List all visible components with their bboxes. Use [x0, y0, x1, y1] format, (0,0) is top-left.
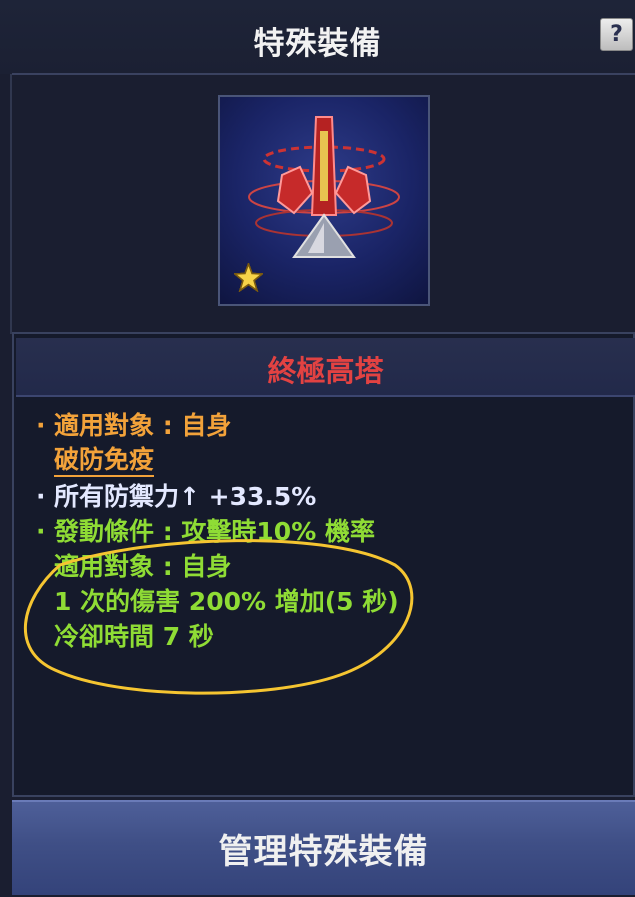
effect-line: 破防免疫: [54, 440, 155, 477]
frame-border: [10, 74, 12, 334]
header-divider: [12, 73, 635, 75]
panel-title: 特殊裝備: [253, 26, 382, 62]
item-name: 終極高塔: [267, 354, 384, 388]
effect-line: 冷卻時間 7 秒: [54, 622, 214, 651]
effect-line: · 適用對象 : 自身: [36, 411, 232, 440]
effect-line: 1 次的傷害 200% 增加(5 秒): [54, 587, 399, 616]
equipment-icon-frame[interactable]: [218, 95, 430, 306]
effect-line: · 所有防禦力↑ +33.5%: [36, 482, 317, 511]
rarity-stars: [234, 263, 414, 293]
item-name-banner: 終極高塔: [16, 338, 635, 397]
effect-line: 適用對象 : 自身: [54, 552, 232, 581]
panel-header: 特殊裝備 ?: [0, 0, 635, 74]
effect-line: · 發動條件 : 攻擊時10% 機率: [36, 517, 375, 546]
manage-equipment-label: 管理特殊裝備: [218, 832, 429, 872]
star-icon: [234, 263, 263, 292]
help-button[interactable]: ?: [600, 18, 633, 51]
manage-equipment-button[interactable]: 管理特殊裝備: [12, 800, 635, 895]
